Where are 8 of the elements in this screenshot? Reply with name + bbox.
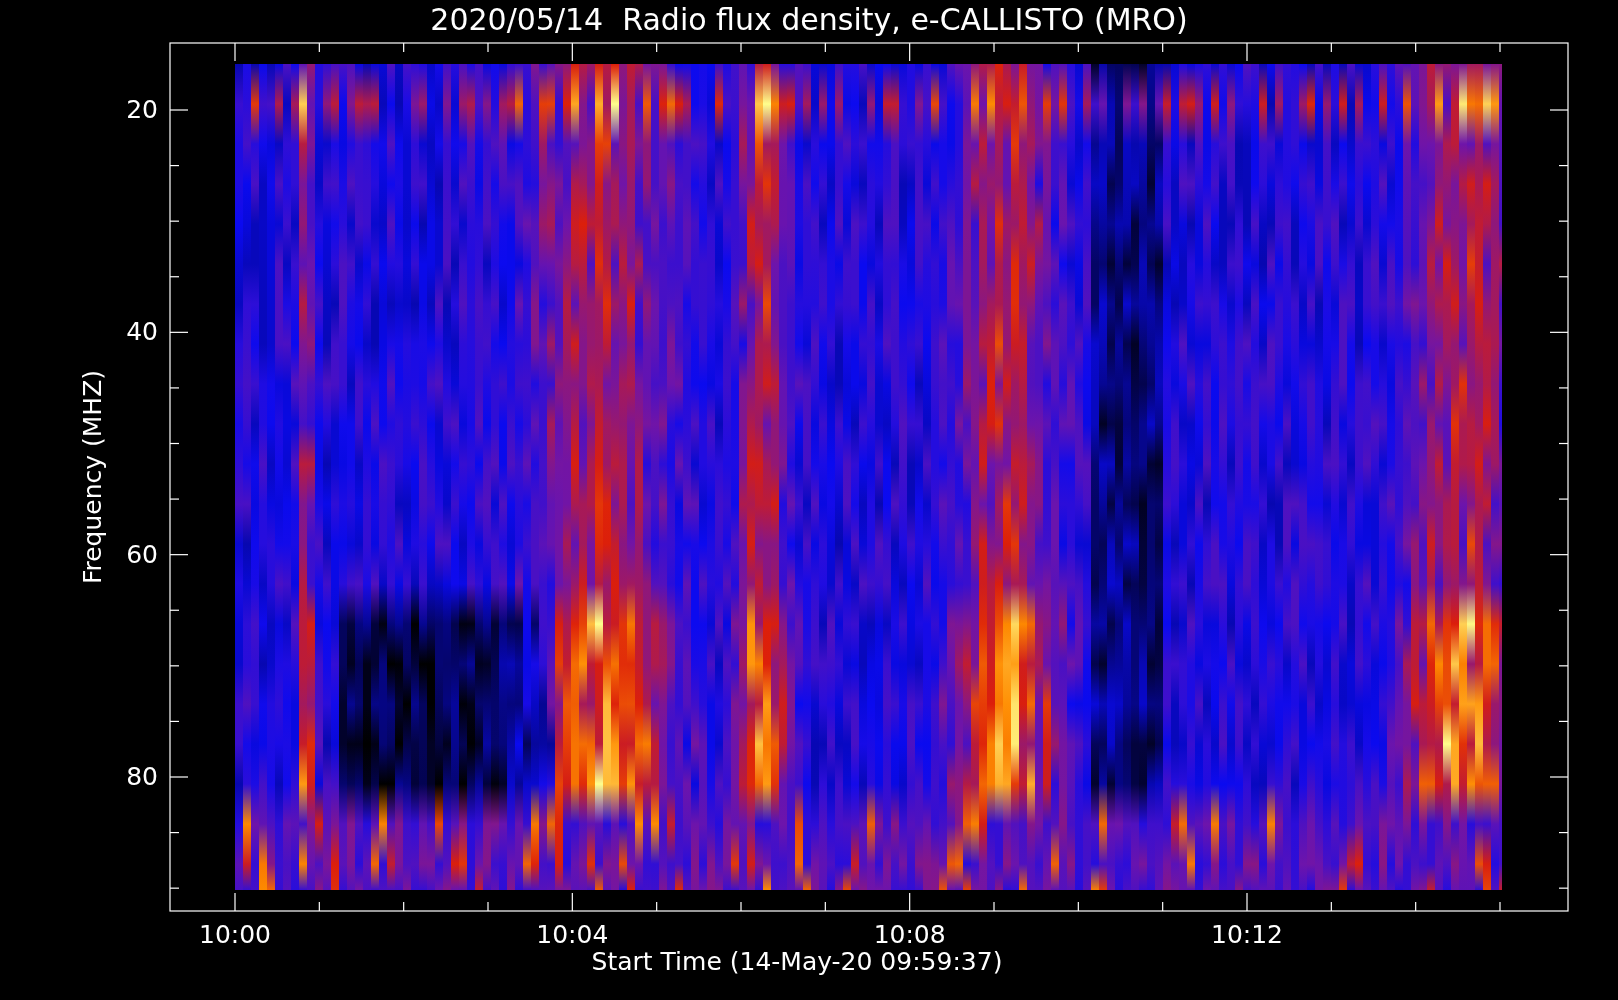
y-tick-label: 60 [126,539,158,570]
chart-title: 2020/05/14 Radio flux density, e-CALLISTO (MRO) [429,1,1189,39]
y-tick-label: 20 [126,95,158,125]
x-tick-label: 10:12 [1211,920,1283,950]
y-tick-label: 80 [126,762,158,792]
y-axis-label: Frequency (MHZ) [77,369,107,585]
y-tick-label: 40 [126,317,158,348]
x-tick-label: 10:00 [199,920,271,950]
